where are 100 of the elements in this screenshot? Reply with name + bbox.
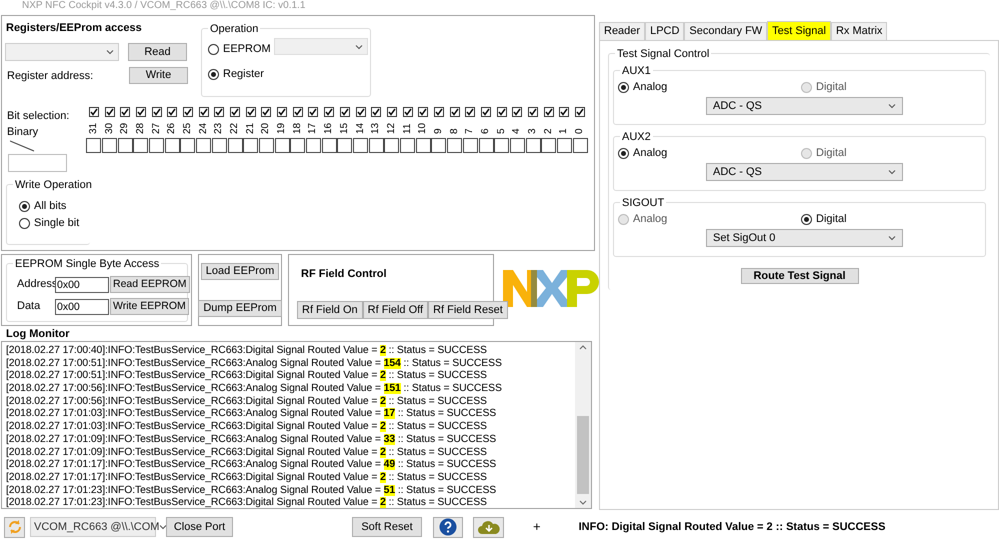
radio-button[interactable]: [208, 68, 219, 80]
checkbox[interactable]: [575, 107, 586, 117]
bit-value-box[interactable]: [228, 138, 243, 153]
signal-dropdown[interactable]: ADC - QS: [706, 97, 903, 115]
scrollbar[interactable]: [575, 342, 591, 508]
checkbox[interactable]: [230, 107, 240, 117]
button[interactable]: Load EEProm: [200, 263, 280, 280]
checkbox[interactable]: [465, 107, 476, 117]
checkbox[interactable]: [544, 107, 554, 117]
button[interactable]: Read: [128, 43, 187, 61]
scroll-down-icon[interactable]: [579, 500, 587, 506]
checkbox[interactable]: [152, 107, 162, 117]
bit-value-box[interactable]: [322, 138, 337, 153]
checkbox[interactable]: [88, 107, 99, 117]
radio-button[interactable]: [618, 82, 629, 93]
bit-value-box[interactable]: [102, 138, 118, 153]
checkbox[interactable]: [292, 107, 303, 117]
signal-dropdown[interactable]: ADC - QS: [706, 163, 903, 181]
tab[interactable]: Secondary FW: [684, 22, 768, 40]
bit-value-box[interactable]: [494, 138, 510, 153]
tab[interactable]: Reader: [599, 22, 646, 40]
checkbox[interactable]: [167, 107, 178, 117]
button[interactable]: Soft Reset: [352, 517, 422, 537]
bit-value-box[interactable]: [290, 138, 306, 153]
signal-dropdown[interactable]: Set SigOut 0: [706, 229, 903, 247]
tab[interactable]: LPCD: [645, 22, 684, 40]
checkbox[interactable]: [434, 107, 444, 117]
checkbox[interactable]: [261, 107, 272, 117]
checkbox[interactable]: [340, 107, 350, 117]
bit-value-box[interactable]: [416, 138, 431, 153]
scroll-up-icon[interactable]: [579, 344, 587, 350]
checkbox[interactable]: [559, 107, 570, 117]
checkbox[interactable]: [386, 107, 397, 117]
bit-value-box[interactable]: [572, 138, 588, 153]
bit-value-box[interactable]: [431, 138, 446, 153]
bit-value-box[interactable]: [526, 138, 541, 153]
bit-value-box[interactable]: [133, 138, 148, 153]
checkbox[interactable]: [308, 107, 318, 117]
bit-value-box[interactable]: [400, 138, 416, 153]
checkbox[interactable]: [324, 107, 334, 117]
cloud-download-icon[interactable]: [473, 516, 504, 538]
checkbox[interactable]: [198, 107, 209, 117]
bit-value-box[interactable]: [337, 138, 352, 153]
radio-button[interactable]: [208, 44, 219, 55]
bit-value-box[interactable]: [164, 138, 180, 153]
bit-value-box[interactable]: [196, 138, 212, 153]
checkbox[interactable]: [402, 107, 413, 117]
tab[interactable]: Rx Matrix: [830, 22, 888, 40]
radio-button[interactable]: [801, 214, 812, 225]
bit-value-box[interactable]: [118, 138, 133, 153]
bit-value-box[interactable]: [212, 138, 227, 153]
checkbox[interactable]: [136, 107, 146, 117]
checkbox[interactable]: [182, 107, 193, 117]
button[interactable]: Write EEPROM: [110, 298, 189, 315]
bit-value-box[interactable]: [149, 138, 164, 153]
checkbox[interactable]: [356, 107, 366, 117]
checkbox[interactable]: [512, 107, 522, 117]
bit-value-box[interactable]: [86, 138, 102, 153]
tab[interactable]: Test Signal: [767, 21, 831, 40]
checkbox[interactable]: [277, 107, 288, 117]
checkbox[interactable]: [214, 107, 224, 117]
button[interactable]: Rf Field On: [297, 301, 363, 319]
checkbox[interactable]: [528, 107, 538, 117]
button[interactable]: Route Test Signal: [740, 268, 858, 284]
button[interactable]: Rf Field Reset: [428, 301, 508, 319]
radio-button[interactable]: [19, 218, 30, 229]
bit-value-box[interactable]: [353, 138, 368, 153]
button[interactable]: Dump EEProm: [198, 300, 282, 317]
bit-value-box[interactable]: [462, 138, 478, 153]
radio-button[interactable]: [618, 148, 629, 159]
button[interactable]: Read EEPROM: [110, 276, 190, 293]
bit-value-box[interactable]: [306, 138, 321, 153]
binary-input-field[interactable]: [8, 154, 67, 172]
bit-value-box[interactable]: [556, 138, 572, 153]
bit-value-box[interactable]: [258, 138, 274, 153]
checkbox[interactable]: [246, 107, 256, 117]
bit-value-box[interactable]: [180, 138, 196, 153]
bit-value-box[interactable]: [510, 138, 525, 153]
bit-value-box[interactable]: [541, 138, 556, 153]
bit-value-box[interactable]: [243, 138, 258, 153]
checkbox[interactable]: [418, 107, 428, 117]
button[interactable]: Write: [129, 67, 188, 84]
bit-value-box[interactable]: [384, 138, 400, 153]
help-icon[interactable]: [433, 516, 463, 538]
checkbox[interactable]: [120, 107, 130, 117]
hex-input-field[interactable]: 0x00: [55, 276, 109, 292]
checkbox[interactable]: [481, 107, 492, 117]
bit-value-box[interactable]: [368, 138, 384, 153]
checkbox[interactable]: [450, 107, 460, 117]
checkbox[interactable]: [496, 107, 507, 117]
radio-button[interactable]: [19, 200, 30, 212]
button[interactable]: Rf Field Off: [362, 301, 428, 319]
checkbox[interactable]: [371, 107, 382, 117]
bit-value-box[interactable]: [274, 138, 290, 153]
checkbox[interactable]: [104, 107, 115, 117]
button[interactable]: Close Port: [166, 517, 233, 537]
bit-value-box[interactable]: [478, 138, 494, 153]
hex-input-field[interactable]: 0x00: [55, 298, 109, 314]
scrollbar-thumb[interactable]: [577, 416, 589, 494]
bit-value-box[interactable]: [447, 138, 462, 153]
